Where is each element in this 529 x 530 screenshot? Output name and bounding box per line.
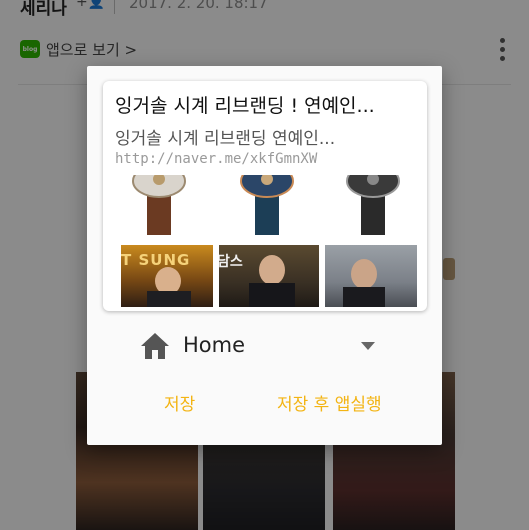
- watch-image: [240, 175, 294, 235]
- thumbnail-caption: T SUNG: [121, 251, 191, 269]
- category-dropdown[interactable]: Home: [139, 329, 379, 365]
- home-icon: [141, 333, 169, 359]
- thumbnail-caption: 담스: [219, 254, 243, 270]
- thumbnail-photo: 담스: [219, 245, 319, 307]
- preview-title: 잉거솔 시계 리브랜딩 ! 연예인...: [115, 95, 375, 117]
- save-button[interactable]: 저장: [164, 390, 195, 415]
- preview-photo-thumbnails: T SUNG 담스: [103, 245, 427, 307]
- thumbnail-photo: [325, 245, 417, 307]
- save-and-launch-button[interactable]: 저장 후 앱실행: [277, 390, 382, 415]
- link-preview-card: 잉거솔 시계 리브랜딩 ! 연예인... 잉거솔 시계 리브랜딩 연예인... …: [103, 81, 427, 311]
- watch-image: [132, 175, 186, 235]
- share-dialog: 잉거솔 시계 리브랜딩 ! 연예인... 잉거솔 시계 리브랜딩 연예인... …: [87, 66, 442, 445]
- thumbnail-photo: T SUNG: [121, 245, 213, 307]
- preview-url: http://naver.me/xkfGmnXW: [115, 151, 318, 167]
- chevron-down-icon: [361, 342, 375, 350]
- category-selected-value: Home: [183, 333, 246, 357]
- watch-image: [346, 175, 400, 235]
- preview-watch-images: [103, 175, 427, 235]
- preview-description: 잉거솔 시계 리브랜딩 연예인...: [115, 129, 336, 149]
